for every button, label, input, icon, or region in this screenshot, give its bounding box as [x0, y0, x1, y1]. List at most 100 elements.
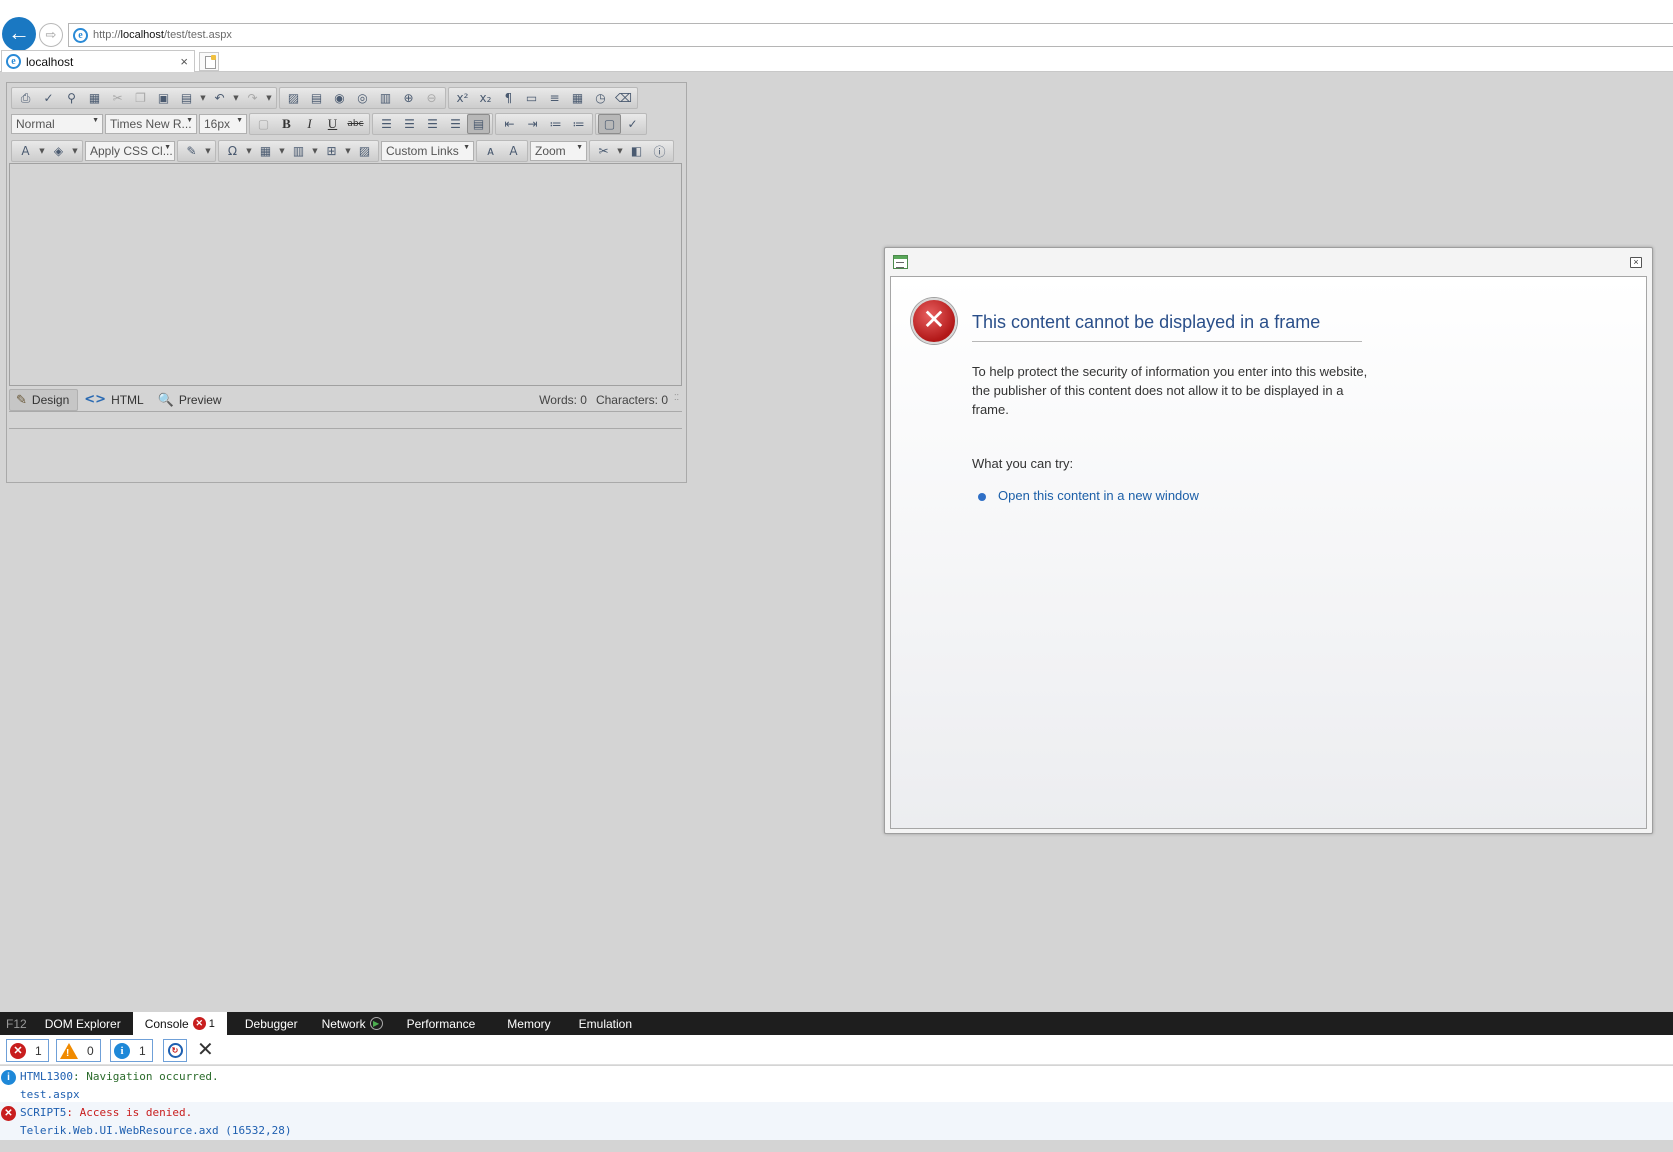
fore-color-icon[interactable]: A [14, 141, 37, 161]
insert-table-icon[interactable]: ▦ [254, 141, 277, 161]
align-right-icon[interactable]: ☰ [421, 114, 444, 134]
select-all-icon[interactable]: ▦ [83, 88, 106, 108]
bold-button[interactable]: B [275, 114, 298, 134]
insert-time-icon[interactable]: ◷ [589, 88, 612, 108]
form-element-icon[interactable]: ▭ [520, 88, 543, 108]
flash-manager-icon[interactable]: ◉ [328, 88, 351, 108]
tab-memory[interactable]: Memory [487, 1012, 562, 1035]
document-manager-icon[interactable]: ▤ [305, 88, 328, 108]
underline-button[interactable]: U [321, 114, 344, 134]
tab-close-icon[interactable]: × [180, 54, 188, 69]
font-size-dropdown[interactable]: 16px ▼ [199, 114, 247, 134]
tab-console[interactable]: Console ✕ 1 [132, 1012, 227, 1035]
custom-links-dropdown[interactable]: Custom Links ▼ [381, 141, 474, 161]
tab-performance[interactable]: Performance [395, 1012, 488, 1035]
clear-console-button[interactable]: ✕ [197, 1040, 214, 1060]
redo-icon[interactable]: ↷ [241, 88, 264, 108]
insert-symbol-icon[interactable]: Ω [221, 141, 244, 161]
module-manager-icon[interactable]: ✂ [592, 141, 615, 161]
tab-localhost[interactable]: e localhost × [1, 50, 195, 72]
module-chevron-icon[interactable]: ▼ [615, 141, 625, 161]
tab-emulation[interactable]: Emulation [563, 1012, 644, 1035]
about-dialog-icon[interactable]: ⓘ [648, 141, 671, 161]
outdent-icon[interactable]: ⇤ [498, 114, 521, 134]
message-code[interactable]: HTML1300 [20, 1070, 73, 1083]
superscript-icon[interactable]: x² [451, 88, 474, 108]
paste-options-icon[interactable]: ▤ [175, 88, 198, 108]
italic-button[interactable]: I [298, 114, 321, 134]
track-changes-icon[interactable]: ◧ [625, 141, 648, 161]
image-map-icon[interactable]: ⊞ [320, 141, 343, 161]
find-replace-icon[interactable]: ⚲ [60, 88, 83, 108]
media-manager-icon[interactable]: ◎ [351, 88, 374, 108]
font-name-dropdown[interactable]: Times New R... ▼ [105, 114, 197, 134]
format-chevron-icon[interactable]: ▼ [203, 141, 213, 161]
justify-icon[interactable]: ☰ [444, 114, 467, 134]
toggle-table-border-icon[interactable]: ▢ [598, 114, 621, 134]
format-code-block-icon[interactable]: ✎ [180, 141, 203, 161]
format-stripper-icon[interactable]: ⌫ [612, 88, 635, 108]
print-icon[interactable]: ⎙ [14, 88, 37, 108]
indent-icon[interactable]: ⇥ [521, 114, 544, 134]
insert-date-icon[interactable]: ▦ [566, 88, 589, 108]
errors-filter-button[interactable]: ✕ 1 [6, 1039, 49, 1062]
resize-grip-icon[interactable]: ⁚⁚ [674, 393, 682, 405]
back-color-icon[interactable]: ◈ [47, 141, 70, 161]
dialog-close-button[interactable]: × [1630, 257, 1642, 268]
table-chevron-icon[interactable]: ▼ [277, 141, 287, 161]
message-code[interactable]: SCRIPT5 [20, 1106, 66, 1119]
design-mode-button[interactable]: ✎ Design [9, 388, 79, 411]
align-center-icon[interactable]: ☰ [398, 114, 421, 134]
remove-link-icon[interactable]: ⊖ [420, 88, 443, 108]
bulleted-list-icon[interactable]: ≔ [567, 114, 590, 134]
address-url[interactable]: http://localhost/test/test.aspx [93, 29, 232, 41]
fore-color-chevron-icon[interactable]: ▼ [37, 141, 47, 161]
justify-none-icon[interactable]: ▤ [467, 114, 490, 134]
copy-icon[interactable]: ❐ [129, 88, 152, 108]
image-map-chevron-icon[interactable]: ▼ [343, 141, 353, 161]
hyperlink-icon[interactable]: ⊕ [397, 88, 420, 108]
strikethrough-button[interactable]: abc [344, 114, 367, 134]
apply-css-class-dropdown[interactable]: Apply CSS Cl... ▼ [85, 141, 175, 161]
back-color-chevron-icon[interactable]: ▼ [70, 141, 80, 161]
horizontal-rule-icon[interactable]: ≡ [543, 88, 566, 108]
symbol-chevron-icon[interactable]: ▼ [244, 141, 254, 161]
messages-filter-button[interactable]: i 1 [110, 1039, 153, 1062]
template-manager-icon[interactable]: ▥ [374, 88, 397, 108]
clear-on-navigate-button[interactable]: ↻ [163, 1039, 187, 1062]
zoom-dropdown[interactable]: Zoom ▼ [530, 141, 587, 161]
undo-icon[interactable]: ↶ [208, 88, 231, 108]
new-tab-button[interactable] [199, 52, 219, 71]
undo-dropdown-chevron-icon[interactable]: ▼ [231, 88, 241, 108]
convert-to-lower-icon[interactable]: ᴀ [479, 141, 502, 161]
real-font-size-icon[interactable]: ▢ [252, 114, 275, 134]
tab-debugger[interactable]: Debugger [227, 1012, 310, 1035]
tab-network[interactable]: Network ▶ [310, 1012, 395, 1035]
editor-content-area[interactable] [9, 163, 682, 386]
paste-icon[interactable]: ▣ [152, 88, 175, 108]
dialog-titlebar[interactable]: × [885, 248, 1652, 276]
numbered-list-icon[interactable]: ≔ [544, 114, 567, 134]
insert-snippet-icon[interactable]: ▥ [287, 141, 310, 161]
convert-to-upper-icon[interactable]: A [502, 141, 525, 161]
snippet-chevron-icon[interactable]: ▼ [310, 141, 320, 161]
insert-form-icon[interactable]: ▨ [353, 141, 376, 161]
address-bar[interactable]: e http://localhost/test/test.aspx [68, 23, 1673, 47]
open-in-new-window-link[interactable]: Open this content in a new window [998, 488, 1199, 503]
preview-mode-button[interactable]: 🔍 Preview [152, 389, 230, 411]
back-button[interactable]: ← [2, 17, 36, 51]
warnings-filter-button[interactable]: ! 0 [56, 1039, 101, 1062]
subscript-icon[interactable]: x₂ [474, 88, 497, 108]
message-source-link[interactable]: test.aspx [20, 1088, 80, 1101]
paragraph-icon[interactable]: ¶ [497, 88, 520, 108]
tab-dom-explorer[interactable]: DOM Explorer [33, 1012, 133, 1035]
image-manager-icon[interactable]: ▨ [282, 88, 305, 108]
message-source-link[interactable]: Telerik.Web.UI.WebResource.axd (16532,28… [20, 1124, 292, 1137]
spellcheck-icon[interactable]: ✓ [37, 88, 60, 108]
forward-button[interactable]: ⇨ [39, 23, 63, 47]
html-mode-button[interactable]: <> HTML [78, 389, 151, 411]
xhtml-validator-icon[interactable]: ✓ [621, 114, 644, 134]
redo-dropdown-chevron-icon[interactable]: ▼ [264, 88, 274, 108]
paste-dropdown-chevron-icon[interactable]: ▼ [198, 88, 208, 108]
paragraph-style-dropdown[interactable]: Normal ▼ [11, 114, 103, 134]
